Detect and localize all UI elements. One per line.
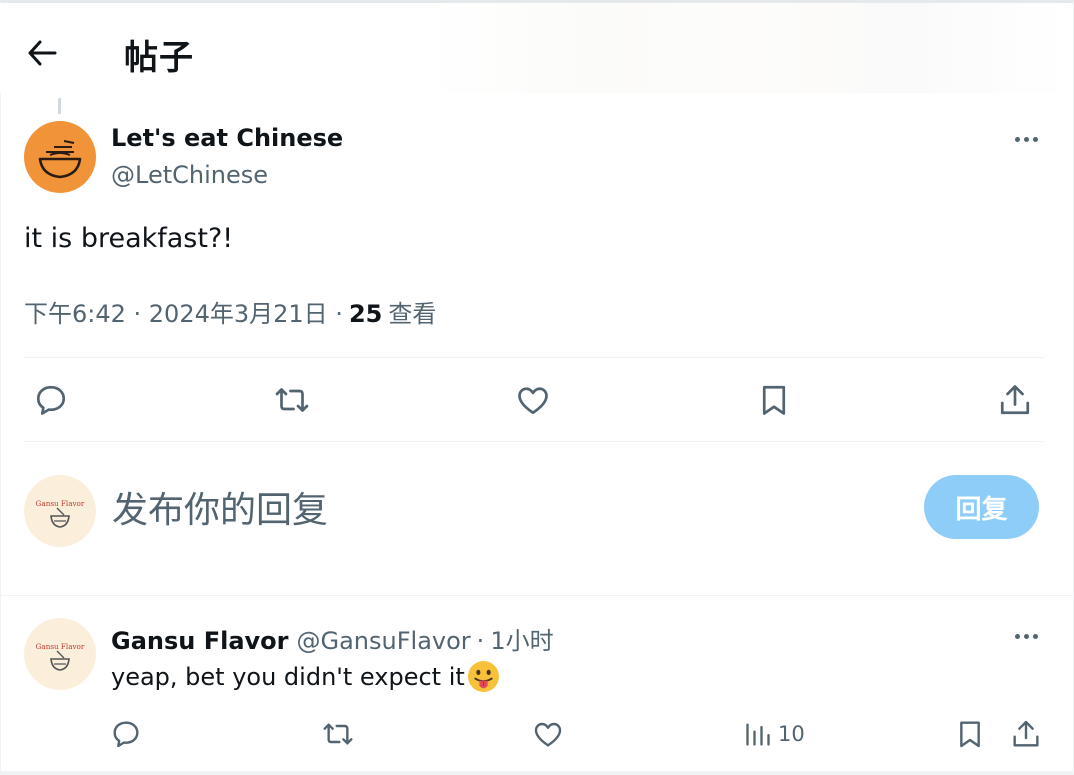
retweet-button[interactable]	[268, 376, 316, 424]
tongue-face-emoji-icon	[467, 661, 499, 692]
retweet-icon	[275, 388, 309, 412]
like-button[interactable]	[509, 376, 557, 424]
dot-icon	[1023, 633, 1029, 639]
reply-author-name[interactable]: Gansu Flavor	[111, 627, 289, 655]
bookmark-button[interactable]	[750, 376, 798, 424]
arrow-left-icon	[28, 40, 57, 66]
logo-text: Gansu Flavor	[36, 499, 85, 508]
reply-like-button[interactable]	[532, 712, 564, 756]
bookmark-icon	[960, 721, 980, 748]
dot-icon	[1032, 136, 1038, 142]
reply-retweet-button[interactable]	[321, 712, 355, 756]
divider	[0, 595, 1074, 596]
reply-text-row: yeap, bet you didn't expect it	[111, 660, 500, 693]
like-icon	[518, 387, 548, 415]
views-count: 25	[348, 300, 383, 328]
author-avatar[interactable]	[24, 121, 96, 193]
reply-timestamp[interactable]: 1小时	[490, 621, 553, 656]
reply-views-button[interactable]: 10	[744, 712, 805, 756]
bookmark-icon	[762, 385, 786, 415]
reply-author-avatar[interactable]: Gansu Flavor	[24, 618, 96, 690]
more-options-button[interactable]	[1008, 127, 1044, 151]
page-title: 帖子	[124, 38, 194, 78]
dot-icon	[1014, 633, 1020, 639]
author-handle[interactable]: @LetChinese	[111, 161, 268, 189]
analytics-icon	[746, 723, 770, 746]
reply-header: Gansu Flavor @GansuFlavor · 1小时	[111, 621, 554, 656]
reply-more-options-button[interactable]	[1008, 624, 1044, 648]
divider	[24, 357, 1044, 358]
reply-views-count: 10	[778, 722, 805, 746]
gansu-flavor-logo-icon: Gansu Flavor	[36, 642, 85, 671]
divider	[24, 441, 1044, 442]
reply-input[interactable]	[112, 484, 872, 536]
header: 帖子	[0, 3, 1072, 93]
reply-icon	[36, 385, 66, 415]
author-name[interactable]: Let's eat Chinese	[111, 124, 343, 152]
reply-button[interactable]	[27, 376, 75, 424]
retweet-icon	[323, 723, 353, 745]
thread-connector-line	[58, 98, 61, 114]
reply-text: yeap, bet you didn't expect it	[111, 662, 465, 691]
views-label: 查看	[388, 300, 437, 328]
separator: ·	[476, 627, 485, 655]
share-button[interactable]	[991, 376, 1039, 424]
bottom-border	[0, 771, 1074, 775]
share-icon	[1013, 720, 1039, 747]
like-icon	[534, 722, 562, 747]
user-avatar[interactable]: Gansu Flavor	[24, 475, 96, 547]
post-text: it is breakfast?!	[24, 223, 234, 254]
reply-actions-bar: 10	[0, 712, 1074, 758]
noodle-bowl-icon	[38, 140, 82, 179]
reply-reply-button[interactable]	[110, 712, 142, 756]
reply-share-button[interactable]	[1010, 712, 1042, 756]
post-meta: 下午6:42 · 2024年3月21日 · 25 查看	[24, 294, 436, 329]
dot-icon	[1023, 136, 1029, 142]
reply-bookmark-button[interactable]	[954, 712, 986, 756]
reply-author-handle[interactable]: @GansuFlavor	[297, 627, 471, 655]
logo-text: Gansu Flavor	[36, 642, 85, 651]
reply-icon	[113, 721, 139, 748]
post-timestamp[interactable]: 下午6:42 · 2024年3月21日 ·	[24, 294, 343, 329]
share-icon	[1000, 385, 1030, 415]
dot-icon	[1032, 633, 1038, 639]
gansu-flavor-logo-icon: Gansu Flavor	[36, 499, 85, 528]
dot-icon	[1014, 136, 1020, 142]
back-button[interactable]	[22, 33, 62, 73]
submit-reply-button[interactable]: 回复	[924, 475, 1039, 539]
post-actions-bar	[24, 376, 1044, 426]
